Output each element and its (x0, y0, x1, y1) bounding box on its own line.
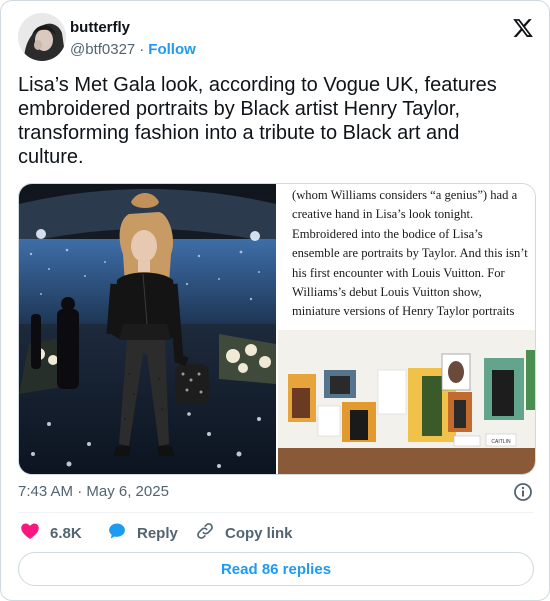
x-logo-icon[interactable] (512, 17, 534, 39)
action-bar: 6.8K Reply Copy link (18, 521, 534, 545)
author-handle-row: @btf0327 · Follow (70, 41, 196, 58)
divider (18, 512, 534, 513)
tweet-card: butterfly @btf0327 · Follow Lisa’s Met Gal… (0, 0, 550, 601)
like-count: 6.8K (50, 524, 82, 542)
avatar[interactable] (18, 13, 66, 61)
tweet-text: Lisa’s Met Gala look, according to Vogue… (18, 74, 497, 168)
heart-icon (20, 521, 50, 545)
link-icon (195, 521, 225, 545)
vogue-article-image[interactable]: (whom Williams considers “a genius”) had… (278, 184, 535, 474)
tweet-media[interactable]: (whom Williams considers “a genius”) had… (18, 183, 536, 475)
copy-link-label: Copy link (225, 524, 293, 542)
tweet-timestamp[interactable]: 7:43 AM · May 6, 2025 (18, 483, 169, 500)
author-handle[interactable]: @btf0327 (70, 41, 135, 58)
copy-link-button[interactable]: Copy link (195, 521, 293, 545)
tweet-header: butterfly @btf0327 · Follow (18, 13, 538, 63)
like-button[interactable]: 6.8K (20, 521, 82, 545)
reply-button[interactable]: Reply (107, 521, 178, 545)
reply-label: Reply (137, 524, 178, 542)
read-replies-button[interactable]: Read 86 replies (18, 552, 534, 586)
separator-dot: · (139, 41, 145, 58)
gallery-label: CAITLIN (491, 439, 511, 445)
met-gala-photo[interactable] (19, 184, 276, 474)
gallery-portraits-photo: CAITLIN (278, 330, 535, 474)
follow-button[interactable]: Follow (148, 41, 196, 58)
author-name[interactable]: butterfly (70, 19, 130, 36)
info-icon[interactable] (513, 482, 533, 502)
article-excerpt: (whom Williams considers “a genius”) had… (292, 188, 528, 319)
reply-bubble-icon (107, 521, 137, 545)
